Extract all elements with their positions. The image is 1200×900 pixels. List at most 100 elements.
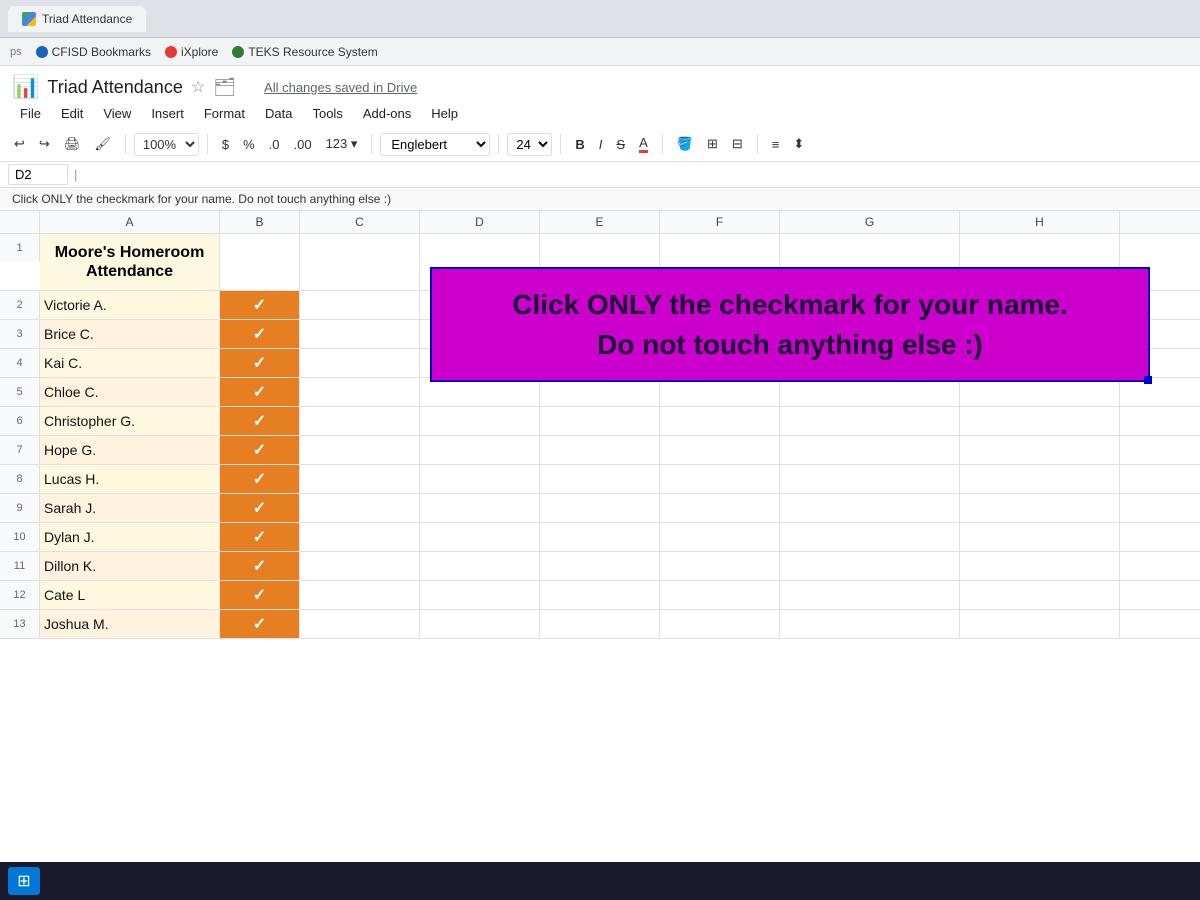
cell-9c [300,494,420,522]
checkmark-icon[interactable]: ✓ [253,614,266,634]
check-cell-7[interactable]: ✓ [220,494,300,522]
check-cell-1[interactable]: ✓ [220,320,300,348]
cell-reference-input[interactable] [8,164,68,185]
check-cell-4[interactable]: ✓ [220,407,300,435]
strikethrough-button[interactable]: S [610,133,631,156]
bookmark-cfisd[interactable]: CFISD Bookmarks [36,45,151,59]
menu-edit[interactable]: Edit [53,102,91,125]
overlay-resize-handle[interactable] [1144,376,1152,384]
col-header-g[interactable]: G [780,211,960,233]
col-header-e[interactable]: E [540,211,660,233]
check-cell-2[interactable]: ✓ [220,349,300,377]
decimal-dec-button[interactable]: .0 [263,133,286,156]
toolbar-history-group: ↩ ↪ 🖨 🖌 [8,132,117,156]
star-icon[interactable]: ☆ [191,77,205,97]
checkmark-icon[interactable]: ✓ [253,353,266,373]
cell-8e [540,465,660,493]
col-header-c[interactable]: C [300,211,420,233]
print-button[interactable]: 🖨 [58,132,87,156]
redo-button[interactable]: ↪ [33,132,56,156]
cell-2c [300,291,420,319]
decimal-inc-button[interactable]: .00 [287,133,317,156]
percent-button[interactable]: % [237,133,261,156]
student-name-0: Victorie A. [40,291,220,319]
row-num-header-corner [0,211,40,233]
student-name-2: Kai C. [40,349,220,377]
browser-tab[interactable]: Triad Attendance [8,6,146,32]
menu-tools[interactable]: Tools [304,102,350,125]
menu-help[interactable]: Help [423,102,466,125]
checkmark-icon[interactable]: ✓ [253,324,266,344]
cell-8f [660,465,780,493]
checkmark-icon[interactable]: ✓ [253,556,266,576]
check-cell-10[interactable]: ✓ [220,581,300,609]
check-cell-9[interactable]: ✓ [220,552,300,580]
toolbar-sep-6 [662,134,663,154]
table-row: 8 Lucas H. ✓ [0,465,1200,494]
student-name-6: Lucas H. [40,465,220,493]
undo-button[interactable]: ↩ [8,132,31,156]
menu-format[interactable]: Format [196,102,253,125]
check-cell-0[interactable]: ✓ [220,291,300,319]
check-cell-11[interactable]: ✓ [220,610,300,638]
student-name-8: Dylan J. [40,523,220,551]
cell-12e [540,581,660,609]
borders-button[interactable]: ⊞ [701,132,724,156]
menu-file[interactable]: File [12,102,49,125]
checkmark-icon[interactable]: ✓ [253,469,266,489]
cell-7g [780,436,960,464]
bookmark-label-apps: ps [10,46,22,58]
checkmark-icon[interactable]: ✓ [253,585,266,605]
check-cell-6[interactable]: ✓ [220,465,300,493]
cell-7d [420,436,540,464]
menu-addons[interactable]: Add-ons [355,102,419,125]
row-num-6: 6 [0,407,40,435]
align-button[interactable]: ≡ [766,133,786,156]
menu-data[interactable]: Data [257,102,300,125]
merge-button[interactable]: ⊟ [726,132,749,156]
number-format-button[interactable]: 123 ▾ [320,132,364,156]
bookmark-icon-teks [232,46,244,58]
menu-insert[interactable]: Insert [143,102,192,125]
student-name-10: Cate L [40,581,220,609]
checkmark-icon[interactable]: ✓ [253,527,266,547]
toolbar-align-group: ≡ ⬍ [766,132,811,156]
paint-format-button[interactable]: 🖌 [88,132,117,156]
font-name-dropdown[interactable]: Englebert [380,133,490,156]
cell-6g [780,407,960,435]
font-size-dropdown[interactable]: 24 [507,133,552,156]
cell-8h [960,465,1120,493]
fill-color-button[interactable]: 🪣 [671,132,699,156]
italic-button[interactable]: I [593,133,609,156]
start-button[interactable]: ⊞ [8,867,40,895]
checkmark-icon[interactable]: ✓ [253,411,266,431]
checkmark-icon[interactable]: ✓ [253,498,266,518]
cell-9h [960,494,1120,522]
font-color-button[interactable]: A [633,131,654,157]
zoom-dropdown[interactable]: 100% [134,133,199,156]
col-header-a[interactable]: A [40,211,220,233]
drive-move-icon[interactable]: 🗂 [213,77,236,98]
check-cell-3[interactable]: ✓ [220,378,300,406]
check-cell-8[interactable]: ✓ [220,523,300,551]
currency-button[interactable]: $ [216,133,235,156]
bookmark-teks[interactable]: TEKS Resource System [232,45,377,59]
checkmark-icon[interactable]: ✓ [253,295,266,315]
col-header-b[interactable]: B [220,211,300,233]
valign-button[interactable]: ⬍ [787,132,810,156]
col-header-d[interactable]: D [420,211,540,233]
check-cell-5[interactable]: ✓ [220,436,300,464]
checkmark-icon[interactable]: ✓ [253,382,266,402]
menu-view[interactable]: View [95,102,139,125]
col-header-h[interactable]: H [960,211,1120,233]
cell-11g [780,552,960,580]
col-header-f[interactable]: F [660,211,780,233]
doc-icon: 📊 [12,74,39,100]
bold-button[interactable]: B [569,133,590,156]
checkmark-icon[interactable]: ✓ [253,440,266,460]
bookmark-ixplore[interactable]: iXplore [165,45,218,59]
cell-6f [660,407,780,435]
cell-5c [300,378,420,406]
formula-input[interactable] [83,165,1192,184]
table-row: 6 Christopher G. ✓ [0,407,1200,436]
